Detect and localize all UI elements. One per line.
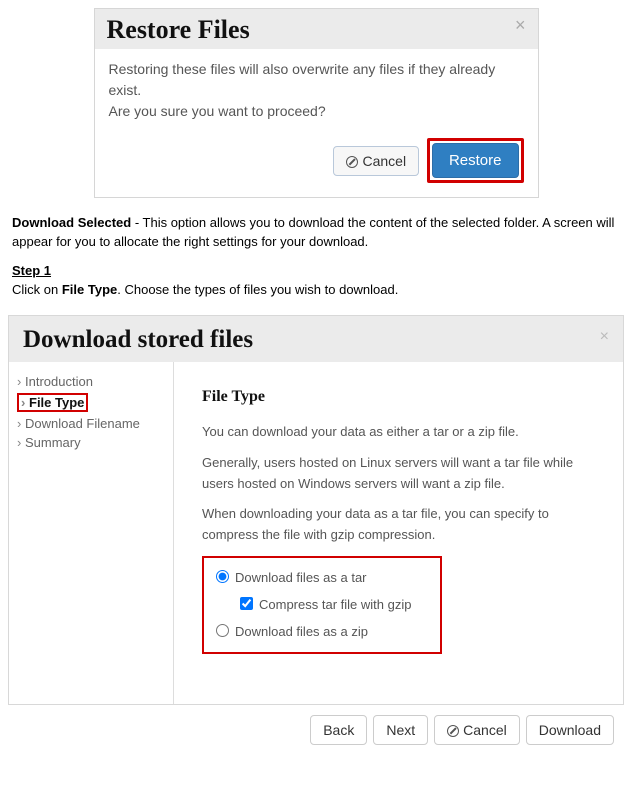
cancel-label: Cancel (362, 153, 406, 169)
wizard-footer: Back Next Cancel Download (8, 705, 624, 757)
dialog-header: Restore Files × (95, 9, 538, 49)
dialog-title: Download stored files (23, 326, 253, 353)
back-button[interactable]: Back (310, 715, 367, 745)
panel-paragraph-2: Generally, users hosted on Linux servers… (202, 453, 595, 495)
dialog-header: Download stored files × (9, 316, 623, 362)
restore-files-dialog: Restore Files × Restoring these files wi… (94, 8, 539, 198)
panel-paragraph-1: You can download your data as either a t… (202, 422, 595, 443)
step-1-heading: Step 1 (12, 263, 51, 278)
download-stored-files-dialog: Download stored files × ›Introduction ›F… (8, 315, 624, 705)
wizard-nav-file-type[interactable]: ›File Type (15, 391, 173, 414)
download-selected-label: Download Selected (12, 215, 131, 230)
radio-tar[interactable] (216, 570, 229, 583)
dialog-title: Restore Files (107, 15, 250, 44)
wizard-nav-introduction[interactable]: ›Introduction (15, 372, 173, 391)
option-gzip[interactable]: Compress tar file with gzip (240, 595, 428, 616)
step-1-bold: File Type (62, 282, 117, 297)
dialog-button-row: Cancel Restore (95, 138, 538, 197)
step-1-prefix: Click on (12, 282, 62, 297)
wizard-nav-download-filename[interactable]: ›Download Filename (15, 414, 173, 433)
chevron-right-icon: › (21, 395, 29, 410)
wizard-nav-summary[interactable]: ›Summary (15, 433, 173, 452)
highlight-restore: Restore (427, 138, 524, 183)
doc-text: Download Selected - This option allows y… (0, 198, 632, 315)
chevron-right-icon: › (17, 374, 25, 389)
confirmation-line-1: Restoring these files will also overwrit… (109, 59, 524, 101)
next-button[interactable]: Next (373, 715, 428, 745)
option-zip[interactable]: Download files as a zip (216, 622, 428, 643)
restore-label: Restore (449, 152, 502, 169)
file-type-options: Download files as a tar Compress tar fil… (202, 556, 442, 654)
wizard-panel-file-type: File Type You can download your data as … (174, 362, 623, 704)
dialog-body: Restoring these files will also overwrit… (95, 49, 538, 138)
download-selected-paragraph: Download Selected - This option allows y… (12, 214, 620, 252)
checkbox-gzip[interactable] (240, 597, 253, 610)
prohibit-icon (447, 725, 459, 737)
download-button[interactable]: Download (526, 715, 614, 745)
confirmation-line-2: Are you sure you want to proceed? (109, 101, 524, 122)
close-icon[interactable]: × (600, 328, 609, 346)
radio-zip[interactable] (216, 624, 229, 637)
wizard-nav: ›Introduction ›File Type ›Download Filen… (9, 362, 174, 704)
close-icon[interactable]: × (515, 15, 526, 36)
prohibit-icon (346, 156, 358, 168)
panel-heading: File Type (202, 384, 595, 410)
restore-button[interactable]: Restore (432, 143, 519, 178)
step-1-suffix: . Choose the types of files you wish to … (117, 282, 398, 297)
cancel-button[interactable]: Cancel (434, 715, 520, 745)
cancel-button[interactable]: Cancel (333, 146, 419, 176)
chevron-right-icon: › (17, 416, 25, 431)
chevron-right-icon: › (17, 435, 25, 450)
highlight-file-type: ›File Type (17, 393, 88, 412)
option-tar[interactable]: Download files as a tar (216, 568, 428, 589)
dialog-body: ›Introduction ›File Type ›Download Filen… (9, 362, 623, 704)
panel-paragraph-3: When downloading your data as a tar file… (202, 504, 595, 546)
